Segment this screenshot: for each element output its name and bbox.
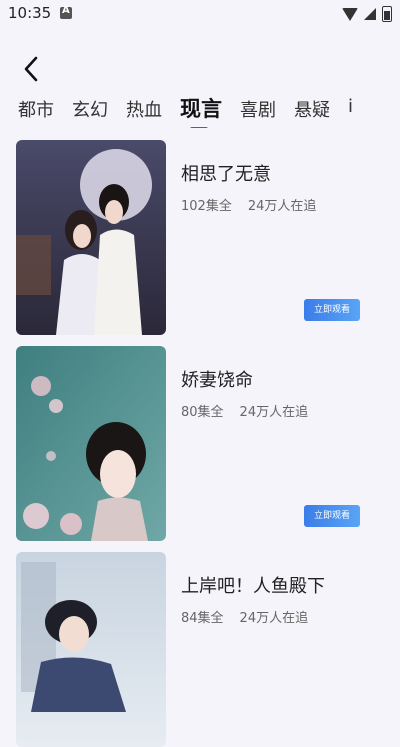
status-time: 10:35	[8, 4, 52, 22]
tab-more[interactable]: i	[348, 92, 353, 117]
drama-poster[interactable]	[16, 346, 166, 541]
wifi-icon	[342, 7, 358, 21]
episode-count: 102集全	[181, 199, 232, 214]
tab-rexue[interactable]: 热血	[126, 92, 162, 122]
follower-count: 24万人在追	[247, 199, 317, 214]
drama-card[interactable]: 相思了无意 102集全 24万人在追 立即观看	[16, 140, 386, 335]
tab-xianyan[interactable]: 现言	[180, 92, 222, 128]
follower-count: 24万人在追	[239, 405, 309, 420]
drama-title: 相思了无意	[181, 164, 271, 185]
drama-poster[interactable]	[16, 552, 166, 747]
drama-meta: 80集全 24万人在追	[181, 401, 308, 420]
drama-title: 上岸吧！人鱼殿下	[181, 576, 325, 597]
notification-icon	[60, 5, 72, 19]
drama-card[interactable]: 娇妻饶命 80集全 24万人在追 立即观看	[16, 346, 386, 541]
tab-xuanhuan[interactable]: 玄幻	[72, 92, 108, 122]
poster-image	[16, 346, 166, 541]
episode-count: 84集全	[181, 611, 224, 626]
tab-xuanyi[interactable]: 悬疑	[294, 92, 330, 122]
status-bar: 10:35	[0, 0, 400, 28]
chevron-left-icon	[24, 56, 38, 82]
drama-meta: 84集全 24万人在追	[181, 607, 308, 626]
tab-dushi[interactable]: 都市	[18, 92, 54, 122]
poster-image	[16, 140, 166, 335]
status-icons	[342, 6, 392, 22]
follower-count: 24万人在追	[239, 611, 309, 626]
signal-icon	[364, 8, 376, 20]
watch-now-button[interactable]: 立即观看	[304, 299, 360, 321]
battery-icon	[382, 6, 392, 22]
poster-image	[16, 552, 166, 747]
episode-count: 80集全	[181, 405, 224, 420]
drama-poster[interactable]	[16, 140, 166, 335]
drama-title: 娇妻饶命	[181, 370, 253, 391]
back-button[interactable]	[16, 52, 50, 86]
watch-now-button[interactable]: 立即观看	[304, 505, 360, 527]
tab-xiju[interactable]: 喜剧	[240, 92, 276, 122]
drama-card[interactable]: 上岸吧！人鱼殿下 84集全 24万人在追	[16, 552, 386, 747]
drama-meta: 102集全 24万人在追	[181, 195, 316, 214]
category-tabs: 都市 玄幻 热血 现言 喜剧 悬疑 i	[0, 92, 400, 128]
